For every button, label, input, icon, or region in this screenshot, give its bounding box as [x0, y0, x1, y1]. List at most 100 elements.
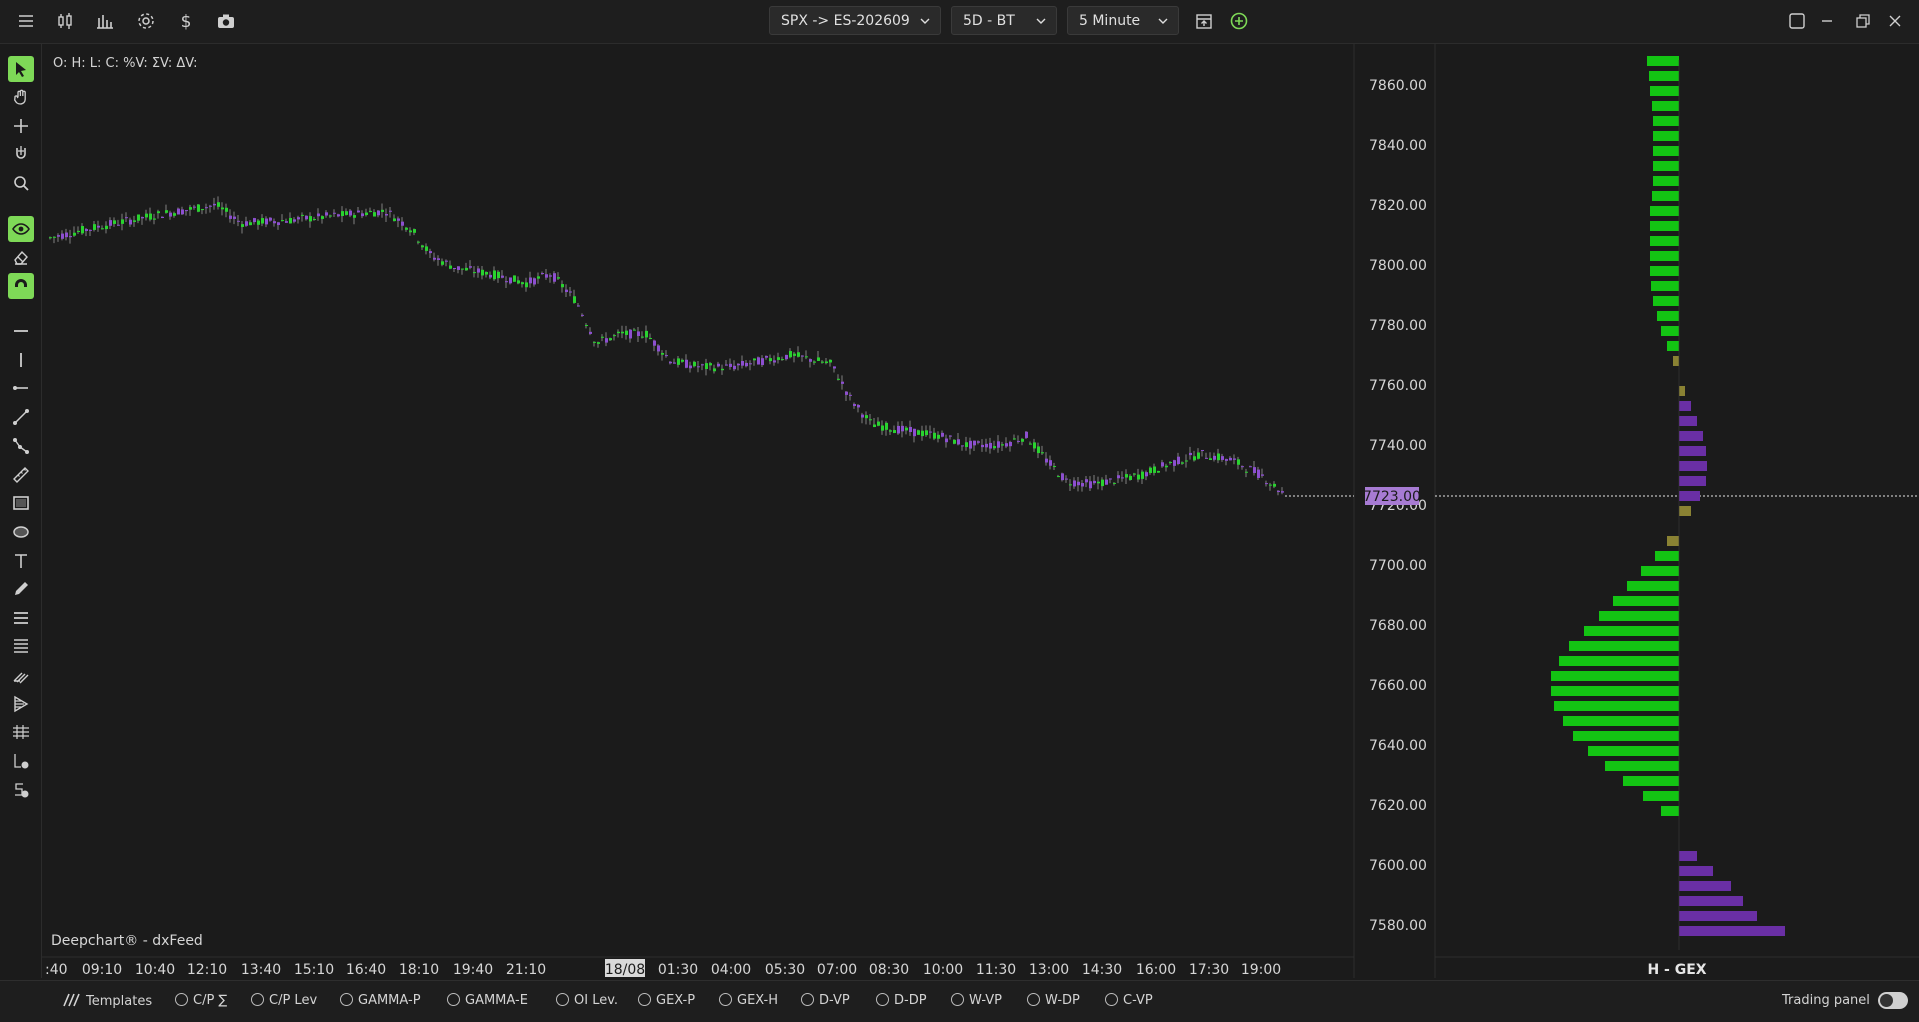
interval-label: 5 Minute	[1079, 13, 1141, 29]
camera-icon[interactable]	[215, 10, 237, 32]
indicator-cp-sum[interactable]: C/P ∑	[175, 993, 227, 1008]
candle-down	[505, 281, 508, 283]
calendar-icon[interactable]	[1193, 10, 1215, 32]
candle-down	[1225, 459, 1228, 461]
maximize-icon[interactable]	[1786, 10, 1808, 32]
candle-down	[945, 438, 948, 443]
candle-down	[957, 439, 960, 445]
indicator-gex-h[interactable]: GEX-H	[719, 993, 778, 1008]
gex-bar-negative	[1679, 446, 1706, 456]
candle-up	[617, 331, 620, 334]
gex-bar-positive	[1653, 296, 1679, 306]
trend-line-icon[interactable]	[8, 404, 34, 430]
candle-up	[585, 324, 588, 326]
indicator-d-vp[interactable]: D-VP	[801, 993, 850, 1008]
magnet-crosshair-icon[interactable]	[8, 141, 34, 167]
candle-down	[1009, 441, 1012, 447]
indicator-d-dp[interactable]: D-DP	[876, 993, 927, 1008]
indicator-label: GEX-H	[737, 993, 779, 1008]
rectangle-icon[interactable]	[8, 490, 34, 516]
candle-down	[849, 394, 852, 396]
indicator-c-vp[interactable]: C-VP	[1105, 993, 1153, 1008]
radio-icon	[638, 993, 651, 1006]
indicator-oi-lev[interactable]: OI Lev.	[556, 993, 618, 1008]
vertical-line-icon[interactable]	[8, 347, 34, 373]
crosshair-tool-icon[interactable]	[8, 113, 34, 139]
ellipse-icon[interactable]	[8, 519, 34, 545]
add-icon[interactable]	[1228, 10, 1250, 32]
templates-icon	[63, 993, 80, 1007]
fib-levels-icon[interactable]	[8, 605, 34, 631]
candle-up	[1157, 470, 1160, 473]
candle-down	[193, 206, 196, 208]
cursor-tool-icon[interactable]	[8, 56, 34, 82]
restore-icon[interactable]	[1852, 10, 1874, 32]
candle-down	[501, 275, 504, 278]
minimize-icon[interactable]	[1816, 10, 1838, 32]
indicator-w-vp[interactable]: W-VP	[951, 993, 1002, 1008]
candle-down	[401, 221, 404, 226]
eye-icon[interactable]	[8, 216, 34, 242]
gear-icon[interactable]	[135, 10, 157, 32]
candle-down	[389, 210, 392, 212]
candle-down	[65, 232, 68, 238]
indicator-label: GAMMA-E	[465, 993, 528, 1008]
bars-icon[interactable]	[94, 10, 116, 32]
candle-up	[393, 218, 396, 222]
candle-up	[421, 245, 424, 248]
x-axis-tick: 07:00	[817, 962, 857, 978]
candle-up	[885, 422, 888, 430]
price-chart[interactable]: 7860.00 7840.00 7820.00 7800.00 7780.00 7760.…	[0, 0, 1919, 980]
text-icon[interactable]	[8, 548, 34, 574]
indicator-gamma-p[interactable]: GAMMA-P	[340, 993, 421, 1008]
chevron-down-icon	[1158, 18, 1168, 24]
candle-up	[353, 215, 356, 218]
gex-bar-positive	[1667, 536, 1679, 546]
gex-bar-negative	[1679, 926, 1785, 936]
path-icon[interactable]	[8, 433, 34, 459]
candle-down	[717, 363, 720, 367]
candle-down	[697, 366, 700, 368]
candle-down	[729, 363, 732, 367]
ray-icon[interactable]	[8, 375, 34, 401]
candle-down	[701, 364, 704, 366]
candle-up	[329, 215, 332, 217]
ruler-icon[interactable]	[8, 462, 34, 488]
projection-icon[interactable]	[8, 691, 34, 717]
indicator-cp-lev[interactable]: C/P Lev	[251, 993, 317, 1008]
gex-bar-positive	[1653, 116, 1679, 126]
range-dropdown[interactable]: 5D - BT	[951, 6, 1057, 35]
candle-down	[1085, 479, 1088, 483]
indicator-gamma-e[interactable]: GAMMA-E	[447, 993, 528, 1008]
eraser-icon[interactable]	[8, 244, 34, 270]
gex-bar-positive	[1643, 791, 1679, 801]
zoom-icon[interactable]	[8, 170, 34, 196]
radio-icon	[951, 993, 964, 1006]
pitchfork-icon[interactable]	[8, 662, 34, 688]
candle-down	[745, 362, 748, 367]
magnet-icon[interactable]	[8, 273, 34, 299]
menu-icon[interactable]	[15, 10, 37, 32]
candle-down	[377, 210, 380, 216]
symbol-dropdown[interactable]: SPX -> ES-202609	[769, 6, 941, 35]
horizontal-line-icon[interactable]	[8, 318, 34, 344]
candle-up	[1197, 452, 1200, 459]
candles-icon[interactable]	[54, 10, 76, 32]
trading-panel-toggle[interactable]	[1878, 992, 1908, 1009]
long-position-icon[interactable]	[8, 748, 34, 774]
candle-up	[925, 430, 928, 436]
price-range-icon[interactable]	[8, 719, 34, 745]
fib-extension-icon[interactable]	[8, 633, 34, 659]
candle-up	[1185, 460, 1188, 462]
indicator-gex-p[interactable]: GEX-P	[638, 993, 695, 1008]
interval-dropdown[interactable]: 5 Minute	[1067, 6, 1179, 35]
short-position-icon[interactable]	[8, 777, 34, 803]
hand-tool-icon[interactable]	[8, 84, 34, 110]
templates-button[interactable]: Templates	[62, 993, 152, 1009]
close-icon[interactable]	[1884, 10, 1906, 32]
candle-down	[269, 217, 272, 221]
dollar-icon[interactable]: $	[175, 10, 197, 32]
indicator-w-dp[interactable]: W-DP	[1027, 993, 1080, 1008]
candle-up	[153, 218, 156, 220]
pencil-icon[interactable]	[8, 576, 34, 602]
